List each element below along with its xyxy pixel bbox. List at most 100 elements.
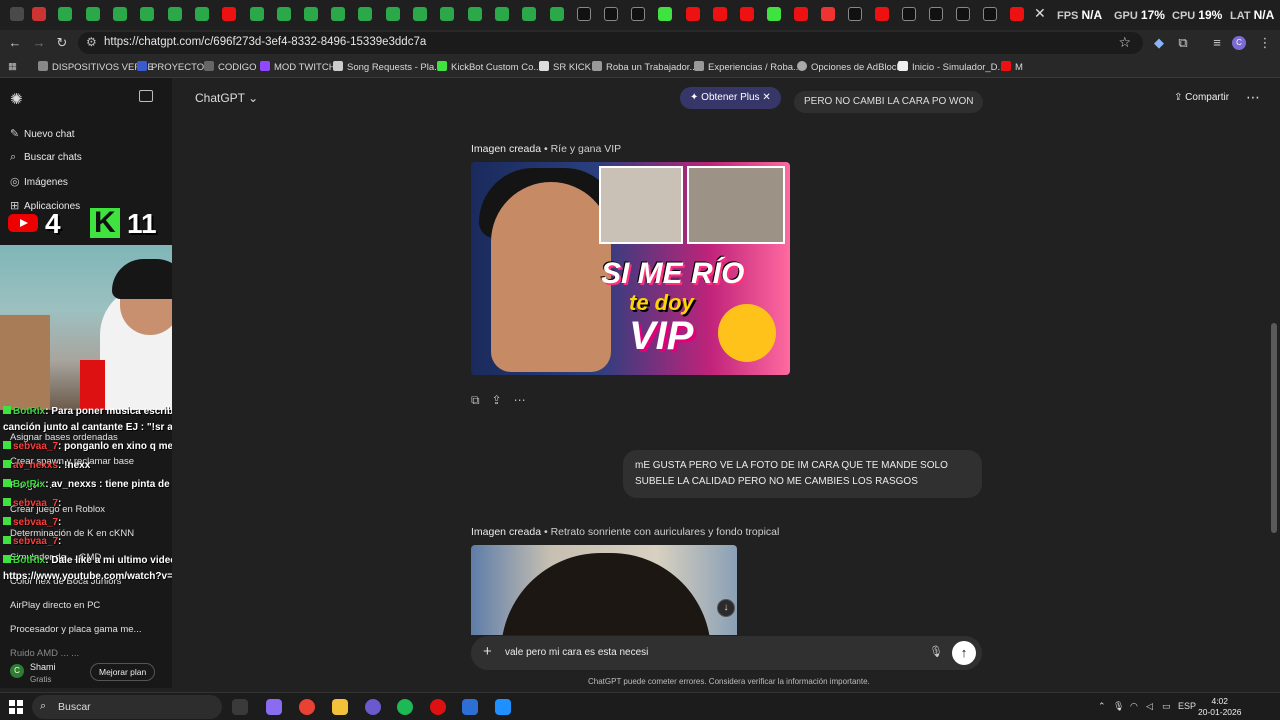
drive-tab-icon[interactable] <box>140 7 154 21</box>
drive-tab-icon[interactable] <box>413 7 427 21</box>
tiktok-tab-icon[interactable] <box>929 7 943 21</box>
app-icon[interactable] <box>462 699 478 715</box>
extensions-puzzle-icon[interactable]: ⧉ <box>1174 34 1192 52</box>
chatgpt-logo-icon[interactable]: ✺ <box>10 90 23 108</box>
language-indicator[interactable]: ESP <box>1178 701 1196 711</box>
drive-tab-icon[interactable] <box>440 7 454 21</box>
get-plus-button[interactable]: ✦ Obtener Plus ✕ <box>680 87 781 109</box>
tiktok-tab-icon[interactable] <box>604 7 618 21</box>
chrome-icon[interactable] <box>299 699 315 715</box>
drive-tab-icon[interactable] <box>468 7 482 21</box>
generated-image-thumbnail[interactable] <box>471 545 737 635</box>
sidebar-toggle-icon[interactable] <box>139 90 153 102</box>
bookmark-item[interactable]: MOD TWITCH <box>260 61 336 73</box>
bookmark-item[interactable]: PROYECTOS <box>137 61 210 73</box>
taskbar-search[interactable]: ⌕ Buscar <box>32 695 222 719</box>
close-icon[interactable]: ✕ <box>762 92 770 103</box>
reload-icon[interactable]: ↻ <box>53 34 71 52</box>
tab-icon[interactable] <box>10 7 24 21</box>
address-bar[interactable]: ⚙ https://chatgpt.com/c/696f273d-3ef4-83… <box>78 32 1143 54</box>
youtube-tab-icon[interactable] <box>740 7 754 21</box>
drive-tab-icon[interactable] <box>386 7 400 21</box>
copilot-icon[interactable] <box>266 699 282 715</box>
drive-tab-icon[interactable] <box>277 7 291 21</box>
chat-list-item[interactable]: Procesador y placa gama me... <box>10 624 141 635</box>
composer-input[interactable]: vale pero mi cara es esta necesi <box>505 647 648 658</box>
more-options-icon[interactable]: ⋯ <box>1246 89 1260 106</box>
app-icon[interactable] <box>495 699 511 715</box>
bookmark-item[interactable]: CODIGO <box>204 61 257 73</box>
youtube-tab-icon[interactable] <box>794 7 808 21</box>
bookmark-item[interactable]: Opciones de AdBlock <box>797 61 901 73</box>
generated-image-thumbnail[interactable]: SI ME RÍO te doy VIP <box>471 162 790 375</box>
plus-icon[interactable]: + <box>483 643 492 660</box>
taskbar-clock[interactable]: 4:02 20-01-2026 <box>1198 696 1241 718</box>
bookmark-item[interactable]: Song Requests - Pla... <box>333 61 442 73</box>
drive-tab-icon[interactable] <box>495 7 509 21</box>
scroll-down-icon[interactable]: ↓ <box>717 599 735 617</box>
browser-menu-icon[interactable]: ⋮ <box>1256 34 1274 52</box>
tiktok-tab-icon[interactable] <box>848 7 862 21</box>
wifi-icon[interactable]: ◠ <box>1130 701 1138 712</box>
profile-avatar-icon[interactable]: C <box>1232 36 1246 50</box>
tiktok-tab-icon[interactable] <box>631 7 645 21</box>
sidebar-item-new-chat[interactable]: ✎ Nuevo chat <box>10 127 75 140</box>
message-composer[interactable]: + vale pero mi cara es esta necesi 🎙 ↑ <box>471 636 982 670</box>
bookmark-item[interactable]: SR KICK <box>539 61 591 73</box>
copy-icon[interactable]: ⧉ <box>471 393 480 407</box>
user-account-row[interactable]: C Shami Gratis Mejorar plan <box>0 658 172 688</box>
url-text[interactable]: https://chatgpt.com/c/696f273d-3ef4-8332… <box>104 36 426 48</box>
apps-grid-icon[interactable]: ▦ <box>8 61 17 72</box>
tab-icon[interactable] <box>821 7 835 21</box>
model-selector[interactable]: ChatGPT ⌄ <box>195 91 258 105</box>
youtube-tab-icon[interactable] <box>686 7 700 21</box>
gmail-tab-icon[interactable] <box>32 7 46 21</box>
more-options-icon[interactable]: ⋯ <box>514 393 526 407</box>
kick-tab-icon[interactable] <box>658 7 672 21</box>
youtube-tab-icon[interactable] <box>1010 7 1024 21</box>
app-icon[interactable] <box>430 699 446 715</box>
chat-list-item[interactable]: AirPlay directo en PC <box>10 600 100 611</box>
share-icon[interactable]: ⇪ <box>492 393 502 407</box>
tiktok-tab-icon[interactable] <box>983 7 997 21</box>
microphone-icon[interactable]: 🎙 <box>1113 701 1124 712</box>
send-button[interactable]: ↑ <box>952 641 976 665</box>
drive-tab-icon[interactable] <box>86 7 100 21</box>
drive-tab-icon[interactable] <box>304 7 318 21</box>
bookmark-item[interactable]: KickBot Custom Co... <box>437 61 541 73</box>
drive-tab-icon[interactable] <box>58 7 72 21</box>
battery-icon[interactable]: ▭ <box>1162 701 1171 712</box>
extension-icon[interactable]: ◆ <box>1150 34 1168 52</box>
drive-tab-icon[interactable] <box>195 7 209 21</box>
file-explorer-icon[interactable] <box>332 699 348 715</box>
app-icon[interactable] <box>365 699 381 715</box>
drive-tab-icon[interactable] <box>250 7 264 21</box>
bookmark-item[interactable]: Roba un Trabajador... <box>592 61 697 73</box>
sidebar-item-images[interactable]: ◎ Imágenes <box>10 175 68 188</box>
kick-tab-icon[interactable] <box>767 7 781 21</box>
bookmark-item[interactable]: Experiencias / Roba... <box>694 61 801 73</box>
scrollbar[interactable] <box>1268 78 1280 688</box>
site-info-icon[interactable]: ⚙ <box>86 35 97 49</box>
reading-list-icon[interactable]: ≡ <box>1208 34 1226 52</box>
task-view-icon[interactable] <box>232 699 248 715</box>
volume-icon[interactable]: ◁ <box>1146 701 1153 712</box>
youtube-tab-icon[interactable] <box>222 7 236 21</box>
forward-arrow-icon[interactable]: → <box>30 34 48 52</box>
avatar[interactable]: C <box>10 664 24 678</box>
upgrade-plan-button[interactable]: Mejorar plan <box>90 663 156 681</box>
scrollbar-thumb[interactable] <box>1271 323 1277 533</box>
drive-tab-icon[interactable] <box>358 7 372 21</box>
drive-tab-icon[interactable] <box>113 7 127 21</box>
share-button[interactable]: ⇪ Compartir <box>1174 92 1229 103</box>
tray-chevron-up-icon[interactable]: ⌃ <box>1098 701 1106 712</box>
drive-tab-icon[interactable] <box>331 7 345 21</box>
back-arrow-icon[interactable]: ← <box>6 34 24 52</box>
youtube-tab-icon[interactable] <box>875 7 889 21</box>
tiktok-tab-icon[interactable] <box>577 7 591 21</box>
tiktok-tab-icon[interactable] <box>956 7 970 21</box>
tiktok-tab-icon[interactable] <box>902 7 916 21</box>
sidebar-item-search-chats[interactable]: ⌕ Buscar chats <box>10 151 82 164</box>
close-tab-icon[interactable]: ✕ <box>1034 5 1052 25</box>
drive-tab-icon[interactable] <box>522 7 536 21</box>
